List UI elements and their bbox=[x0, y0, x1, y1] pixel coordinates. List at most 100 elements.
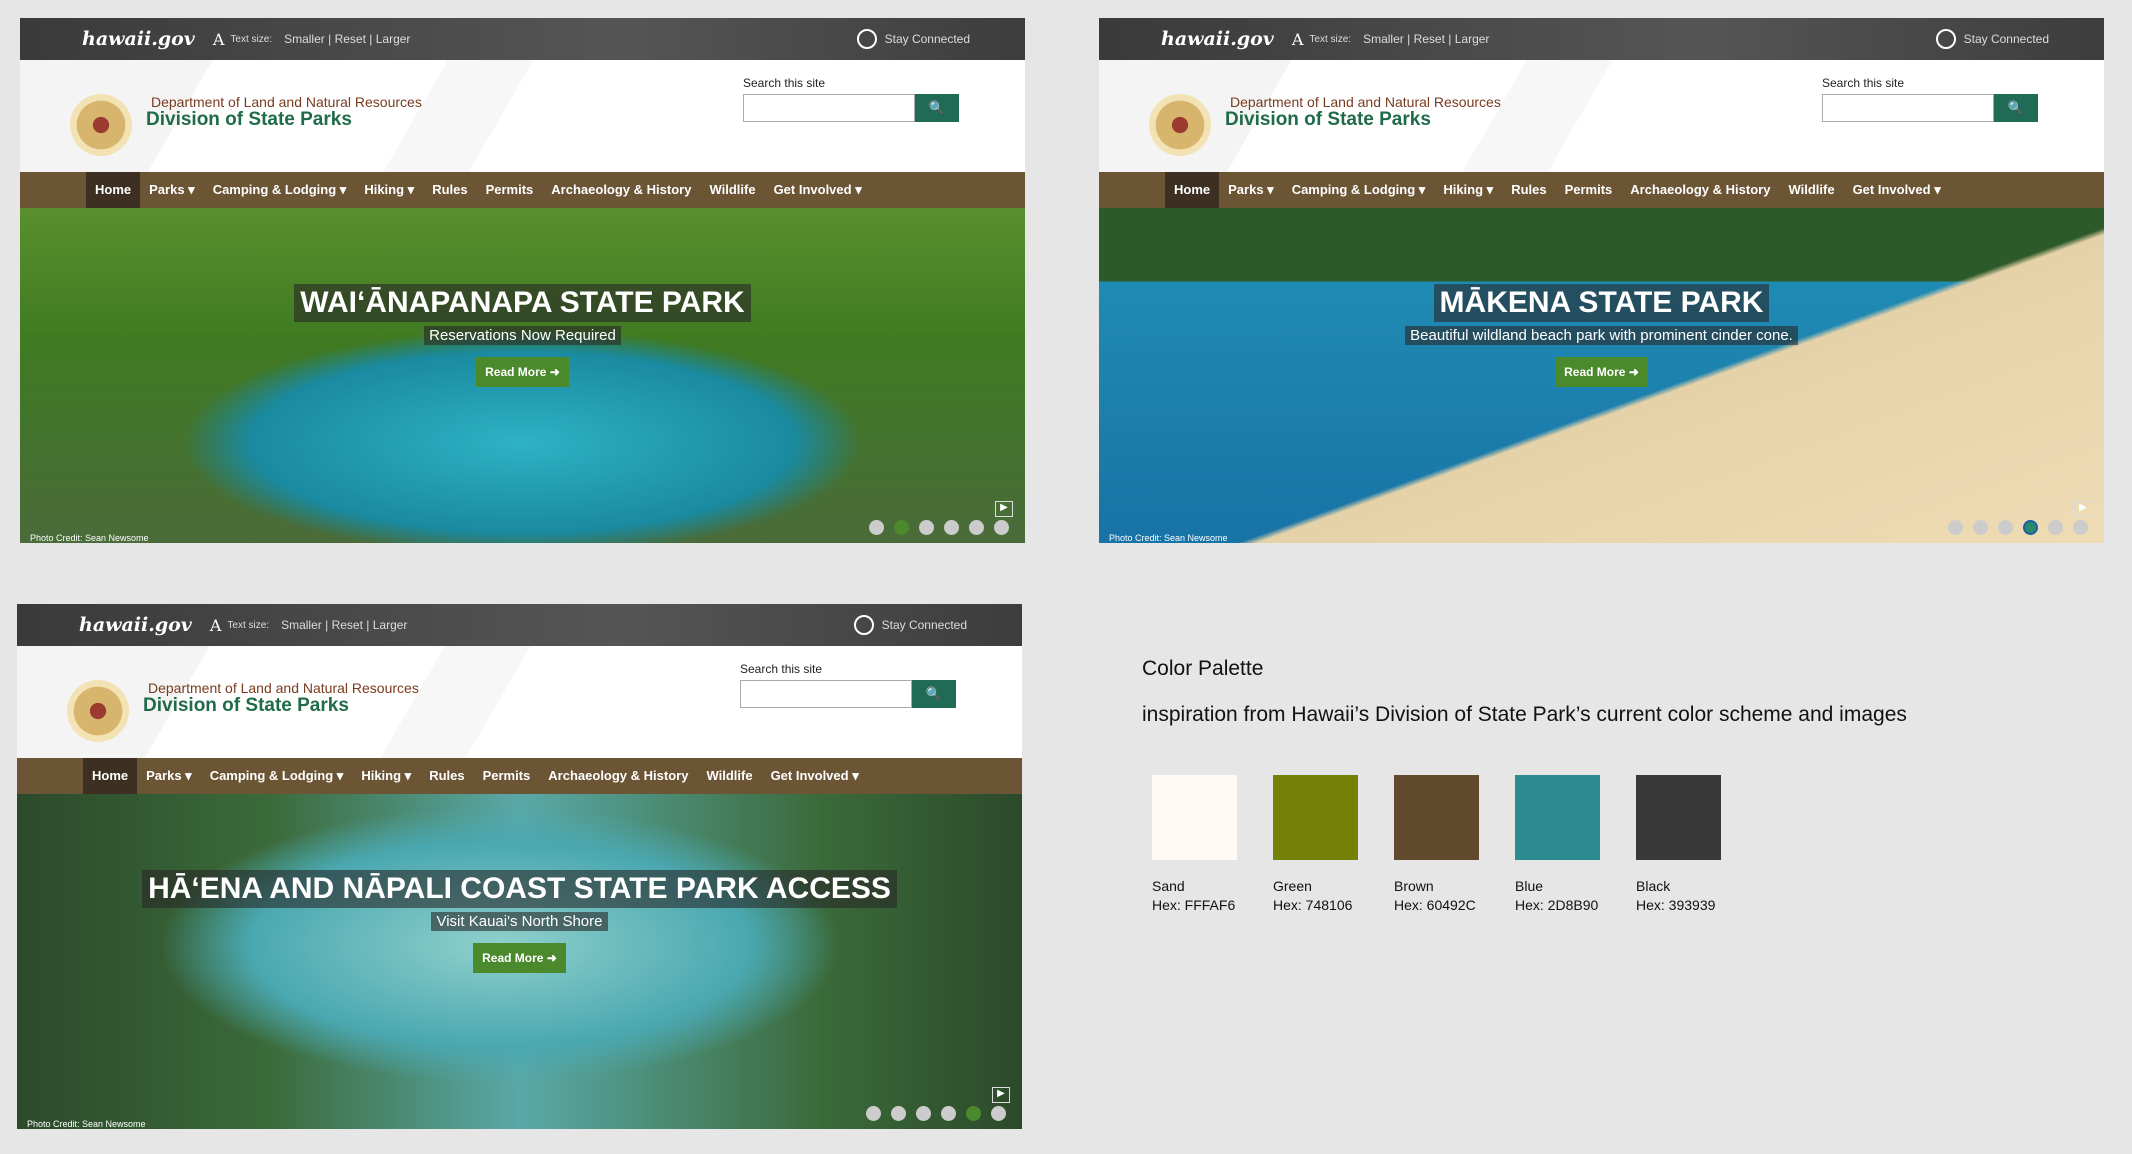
nav-item[interactable]: Camping & Lodging ▾ bbox=[204, 172, 356, 208]
nav-item[interactable]: Get Involved ▾ bbox=[765, 172, 871, 208]
slide-dot[interactable] bbox=[1948, 520, 1963, 535]
text-reset-link[interactable]: Reset bbox=[332, 618, 363, 632]
slide-dot[interactable] bbox=[916, 1106, 931, 1121]
read-more-button[interactable]: Read More ➜ bbox=[476, 357, 569, 387]
nav-item[interactable]: Permits bbox=[474, 758, 540, 794]
slide-dot[interactable] bbox=[994, 520, 1009, 535]
text-smaller-link[interactable]: Smaller bbox=[281, 618, 322, 632]
hero-title: MĀKENA STATE PARK bbox=[1433, 284, 1770, 322]
nav-item[interactable]: Rules bbox=[423, 172, 476, 208]
slide-dots bbox=[869, 520, 1009, 535]
nav-item[interactable]: Camping & Lodging ▾ bbox=[1283, 172, 1435, 208]
department-name: Department of Land and Natural Resources bbox=[1230, 94, 1501, 110]
top-bar: hawaii.gov A Text size: Smaller | Reset … bbox=[1099, 18, 2104, 60]
stay-connected-link[interactable]: Stay Connected bbox=[853, 615, 967, 635]
slide-dot[interactable] bbox=[894, 520, 909, 535]
nav-item[interactable]: Wildlife bbox=[1779, 172, 1843, 208]
slide-dot[interactable] bbox=[969, 520, 984, 535]
nav-item[interactable]: Permits bbox=[1556, 172, 1622, 208]
nav-item[interactable]: Parks ▾ bbox=[140, 172, 204, 208]
swatch-name: Brown bbox=[1394, 878, 1434, 894]
slide-dot[interactable] bbox=[1998, 520, 2013, 535]
play-icon[interactable]: ▶ bbox=[2074, 501, 2092, 517]
search-button[interactable]: 🔍 bbox=[1994, 94, 2038, 122]
nav-item[interactable]: Hiking ▾ bbox=[352, 758, 420, 794]
nav-item[interactable]: Wildlife bbox=[697, 758, 761, 794]
text-smaller-link[interactable]: Smaller bbox=[1363, 32, 1404, 46]
nav-item[interactable]: Rules bbox=[420, 758, 473, 794]
text-smaller-link[interactable]: Smaller bbox=[284, 32, 325, 46]
play-icon[interactable]: ▶ bbox=[992, 1087, 1010, 1103]
division-name[interactable]: Division of State Parks bbox=[146, 109, 352, 131]
state-seal-logo[interactable] bbox=[67, 680, 129, 742]
nav-item[interactable]: Home bbox=[83, 758, 138, 794]
website-mockup-3: hawaii.gov A Text size: Smaller | Reset … bbox=[17, 604, 1022, 1129]
swatch-hex: Hex: 748106 bbox=[1273, 897, 1353, 913]
nav-item[interactable]: Archaeology & History bbox=[539, 758, 697, 794]
swatch-name: Blue bbox=[1515, 878, 1544, 894]
palette-title: Color Palette bbox=[1142, 657, 1264, 680]
read-more-button[interactable]: Read More ➜ bbox=[473, 943, 566, 973]
nav-item[interactable]: Camping & Lodging ▾ bbox=[201, 758, 353, 794]
nav-item[interactable]: Get Involved ▾ bbox=[762, 758, 868, 794]
hawaii-gov-logo[interactable]: hawaii.gov bbox=[79, 614, 192, 636]
search-input[interactable] bbox=[740, 680, 912, 708]
slide-dot[interactable] bbox=[2023, 520, 2038, 535]
nav-item[interactable]: Permits bbox=[477, 172, 543, 208]
nav-item[interactable]: Wildlife bbox=[700, 172, 764, 208]
nav-item[interactable]: Home bbox=[1165, 172, 1220, 208]
hero-title: WAIʻĀNAPANAPA STATE PARK bbox=[294, 284, 751, 322]
nav-item[interactable]: Get Involved ▾ bbox=[1844, 172, 1950, 208]
text-size-label: Text size: bbox=[230, 33, 273, 45]
nav-item[interactable]: Parks ▾ bbox=[1219, 172, 1283, 208]
slide-dot[interactable] bbox=[2073, 520, 2088, 535]
color-swatch: Sand Hex: FFFAF6 bbox=[1152, 775, 1237, 913]
slide-dot[interactable] bbox=[919, 520, 934, 535]
text-larger-link[interactable]: Larger bbox=[1455, 32, 1490, 46]
text-reset-link[interactable]: Reset bbox=[1414, 32, 1445, 46]
play-icon[interactable]: ▶ bbox=[995, 501, 1013, 517]
search-input[interactable] bbox=[1822, 94, 1994, 122]
text-larger-link[interactable]: Larger bbox=[376, 32, 411, 46]
search-button[interactable]: 🔍 bbox=[912, 680, 956, 708]
color-swatch: Green Hex: 748106 bbox=[1273, 775, 1358, 913]
nav-item[interactable]: Archaeology & History bbox=[1621, 172, 1779, 208]
slide-dot[interactable] bbox=[1973, 520, 1988, 535]
text-larger-link[interactable]: Larger bbox=[373, 618, 408, 632]
slide-dot[interactable] bbox=[966, 1106, 981, 1121]
text-reset-link[interactable]: Reset bbox=[335, 32, 366, 46]
hawaii-gov-logo[interactable]: hawaii.gov bbox=[1161, 28, 1274, 50]
slide-dot[interactable] bbox=[944, 520, 959, 535]
slide-dot[interactable] bbox=[941, 1106, 956, 1121]
stay-connected-link[interactable]: Stay Connected bbox=[1935, 29, 2049, 49]
slide-dot[interactable] bbox=[991, 1106, 1006, 1121]
hero-title: HĀʻENA AND NĀPALI COAST STATE PARK ACCES… bbox=[142, 870, 897, 908]
nav-item[interactable]: Archaeology & History bbox=[542, 172, 700, 208]
swatch-hex: Hex: 393939 bbox=[1636, 897, 1716, 913]
nav-item[interactable]: Hiking ▾ bbox=[1434, 172, 1502, 208]
stay-connected-link[interactable]: Stay Connected bbox=[856, 29, 970, 49]
nav-item[interactable]: Hiking ▾ bbox=[355, 172, 423, 208]
slide-dot[interactable] bbox=[866, 1106, 881, 1121]
search-input[interactable] bbox=[743, 94, 915, 122]
state-seal-logo[interactable] bbox=[1149, 94, 1211, 156]
nav-item[interactable]: Rules bbox=[1502, 172, 1555, 208]
nav-item[interactable]: Home bbox=[86, 172, 141, 208]
nav-item[interactable]: Parks ▾ bbox=[137, 758, 201, 794]
top-bar: hawaii.gov A Text size: Smaller | Reset … bbox=[20, 18, 1025, 60]
hawaii-gov-logo[interactable]: hawaii.gov bbox=[82, 28, 195, 50]
slide-dot[interactable] bbox=[891, 1106, 906, 1121]
photo-credit: Photo Credit: Sean Newsome bbox=[30, 533, 149, 543]
division-name[interactable]: Division of State Parks bbox=[1225, 109, 1431, 131]
search-label: Search this site bbox=[1822, 76, 1905, 90]
department-name: Department of Land and Natural Resources bbox=[148, 680, 419, 696]
swatch-hex: Hex: FFFAF6 bbox=[1152, 897, 1236, 913]
swatch-hex: Hex: 2D8B90 bbox=[1515, 897, 1599, 913]
division-name[interactable]: Division of State Parks bbox=[143, 695, 349, 717]
slide-dot[interactable] bbox=[2048, 520, 2063, 535]
state-seal-logo[interactable] bbox=[70, 94, 132, 156]
slide-dot[interactable] bbox=[869, 520, 884, 535]
swatch-box bbox=[1273, 775, 1358, 860]
search-button[interactable]: 🔍 bbox=[915, 94, 959, 122]
read-more-button[interactable]: Read More ➜ bbox=[1555, 357, 1648, 387]
